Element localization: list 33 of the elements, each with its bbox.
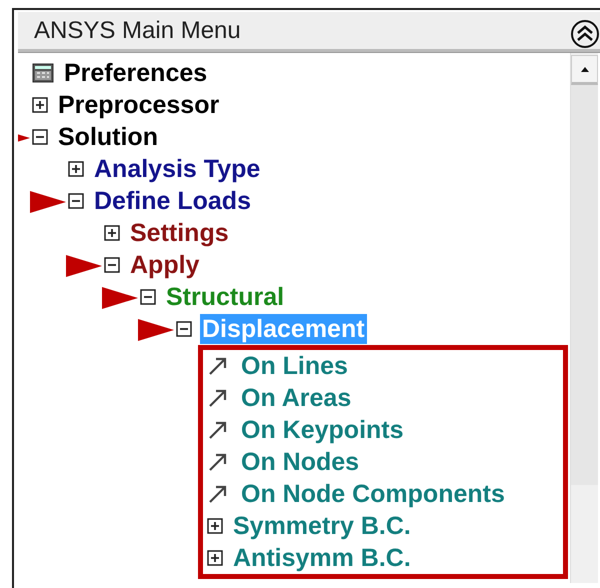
tree-item[interactable]: Preferences (62, 58, 210, 88)
scrollbar[interactable] (570, 53, 598, 583)
tree-item[interactable]: On Lines (239, 351, 350, 381)
expand-box-icon[interactable] (104, 225, 120, 241)
tree-item[interactable]: Displacement (200, 314, 367, 344)
panel-title: ANSYS Main Menu (34, 16, 241, 46)
collapse-icon[interactable] (570, 19, 600, 49)
tree-item[interactable]: On Keypoints (239, 415, 406, 445)
collapse-box-icon[interactable] (32, 129, 48, 145)
tree-item[interactable]: Apply (128, 250, 202, 280)
tree-item[interactable]: Define Loads (92, 186, 253, 216)
expand-box-icon[interactable] (207, 518, 223, 534)
up-arrow-icon (578, 64, 590, 73)
collapse-box-icon[interactable] (68, 193, 84, 209)
tree-item[interactable]: Solution (56, 122, 160, 152)
collapse-box-icon[interactable] (140, 289, 156, 305)
tree-item[interactable]: Analysis Type (92, 154, 262, 184)
tree-item[interactable]: Settings (128, 218, 231, 248)
expand-box-icon[interactable] (68, 161, 84, 177)
tree-item[interactable]: On Areas (239, 383, 354, 413)
expand-box-icon[interactable] (207, 550, 223, 566)
tree-item[interactable]: Preprocessor (56, 90, 222, 120)
calculator-icon (32, 63, 54, 83)
scroll-up-button[interactable] (571, 55, 598, 85)
tree-item[interactable]: On Node Components (239, 479, 507, 509)
tree-item[interactable]: On Nodes (239, 447, 362, 477)
tree-item[interactable]: Antisymm B.C. (231, 543, 413, 573)
collapse-box-icon[interactable] (104, 257, 120, 273)
collapse-box-icon[interactable] (176, 321, 192, 337)
scrollbar-thumb[interactable] (571, 85, 598, 485)
tree-item[interactable]: Structural (164, 282, 286, 312)
tree-item[interactable]: Symmetry B.C. (231, 511, 413, 541)
expand-box-icon[interactable] (32, 97, 48, 113)
